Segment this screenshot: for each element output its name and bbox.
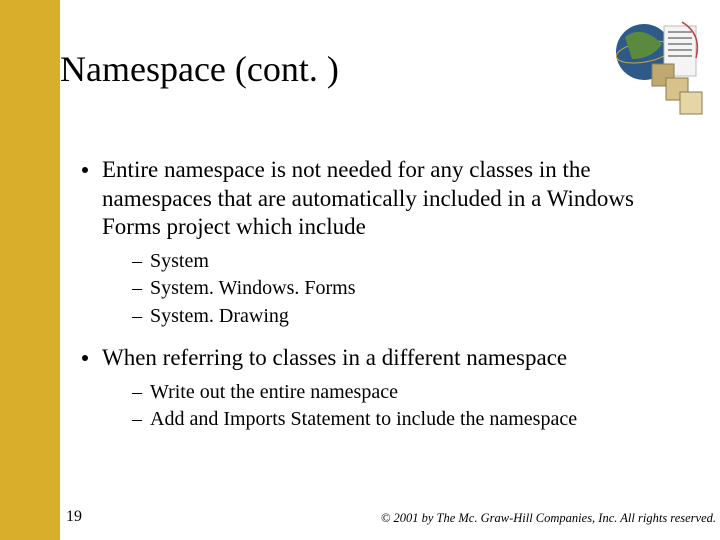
sub-bullet-item: – System <box>132 248 694 276</box>
bullet-item: Entire namespace is not needed for any c… <box>82 156 694 242</box>
sub-bullet-text: System <box>150 248 209 276</box>
slide-content: Entire namespace is not needed for any c… <box>82 156 694 448</box>
dash-icon: – <box>132 275 142 303</box>
bullet-text: When referring to classes in a different… <box>102 344 567 373</box>
sub-bullet-text: Add and Imports Statement to include the… <box>150 406 577 434</box>
sub-bullet-group: – System – System. Windows. Forms – Syst… <box>132 248 694 331</box>
slide-title: Namespace (cont. ) <box>60 48 339 90</box>
slide-body: Namespace (cont. ) Entire namespace is n… <box>60 0 720 540</box>
sub-bullet-text: Write out the entire namespace <box>150 379 398 407</box>
copyright-text: © 2001 by The Mc. Graw-Hill Companies, I… <box>381 511 716 526</box>
sub-bullet-text: System. Windows. Forms <box>150 275 356 303</box>
sub-bullet-text: System. Drawing <box>150 303 289 331</box>
bullet-text: Entire namespace is not needed for any c… <box>102 156 694 242</box>
dash-icon: – <box>132 248 142 276</box>
dash-icon: – <box>132 303 142 331</box>
sub-bullet-item: – System. Drawing <box>132 303 694 331</box>
dash-icon: – <box>132 379 142 407</box>
sub-bullet-item: – System. Windows. Forms <box>132 275 694 303</box>
dash-icon: – <box>132 406 142 434</box>
sub-bullet-group: – Write out the entire namespace – Add a… <box>132 379 694 434</box>
sub-bullet-item: – Add and Imports Statement to include t… <box>132 406 694 434</box>
sub-bullet-item: – Write out the entire namespace <box>132 379 694 407</box>
sidebar-accent <box>0 0 60 540</box>
bullet-dot-icon <box>82 167 88 173</box>
page-number: 19 <box>66 508 82 526</box>
bullet-dot-icon <box>82 355 88 361</box>
corner-graphic <box>592 4 712 124</box>
bullet-item: When referring to classes in a different… <box>82 344 694 373</box>
